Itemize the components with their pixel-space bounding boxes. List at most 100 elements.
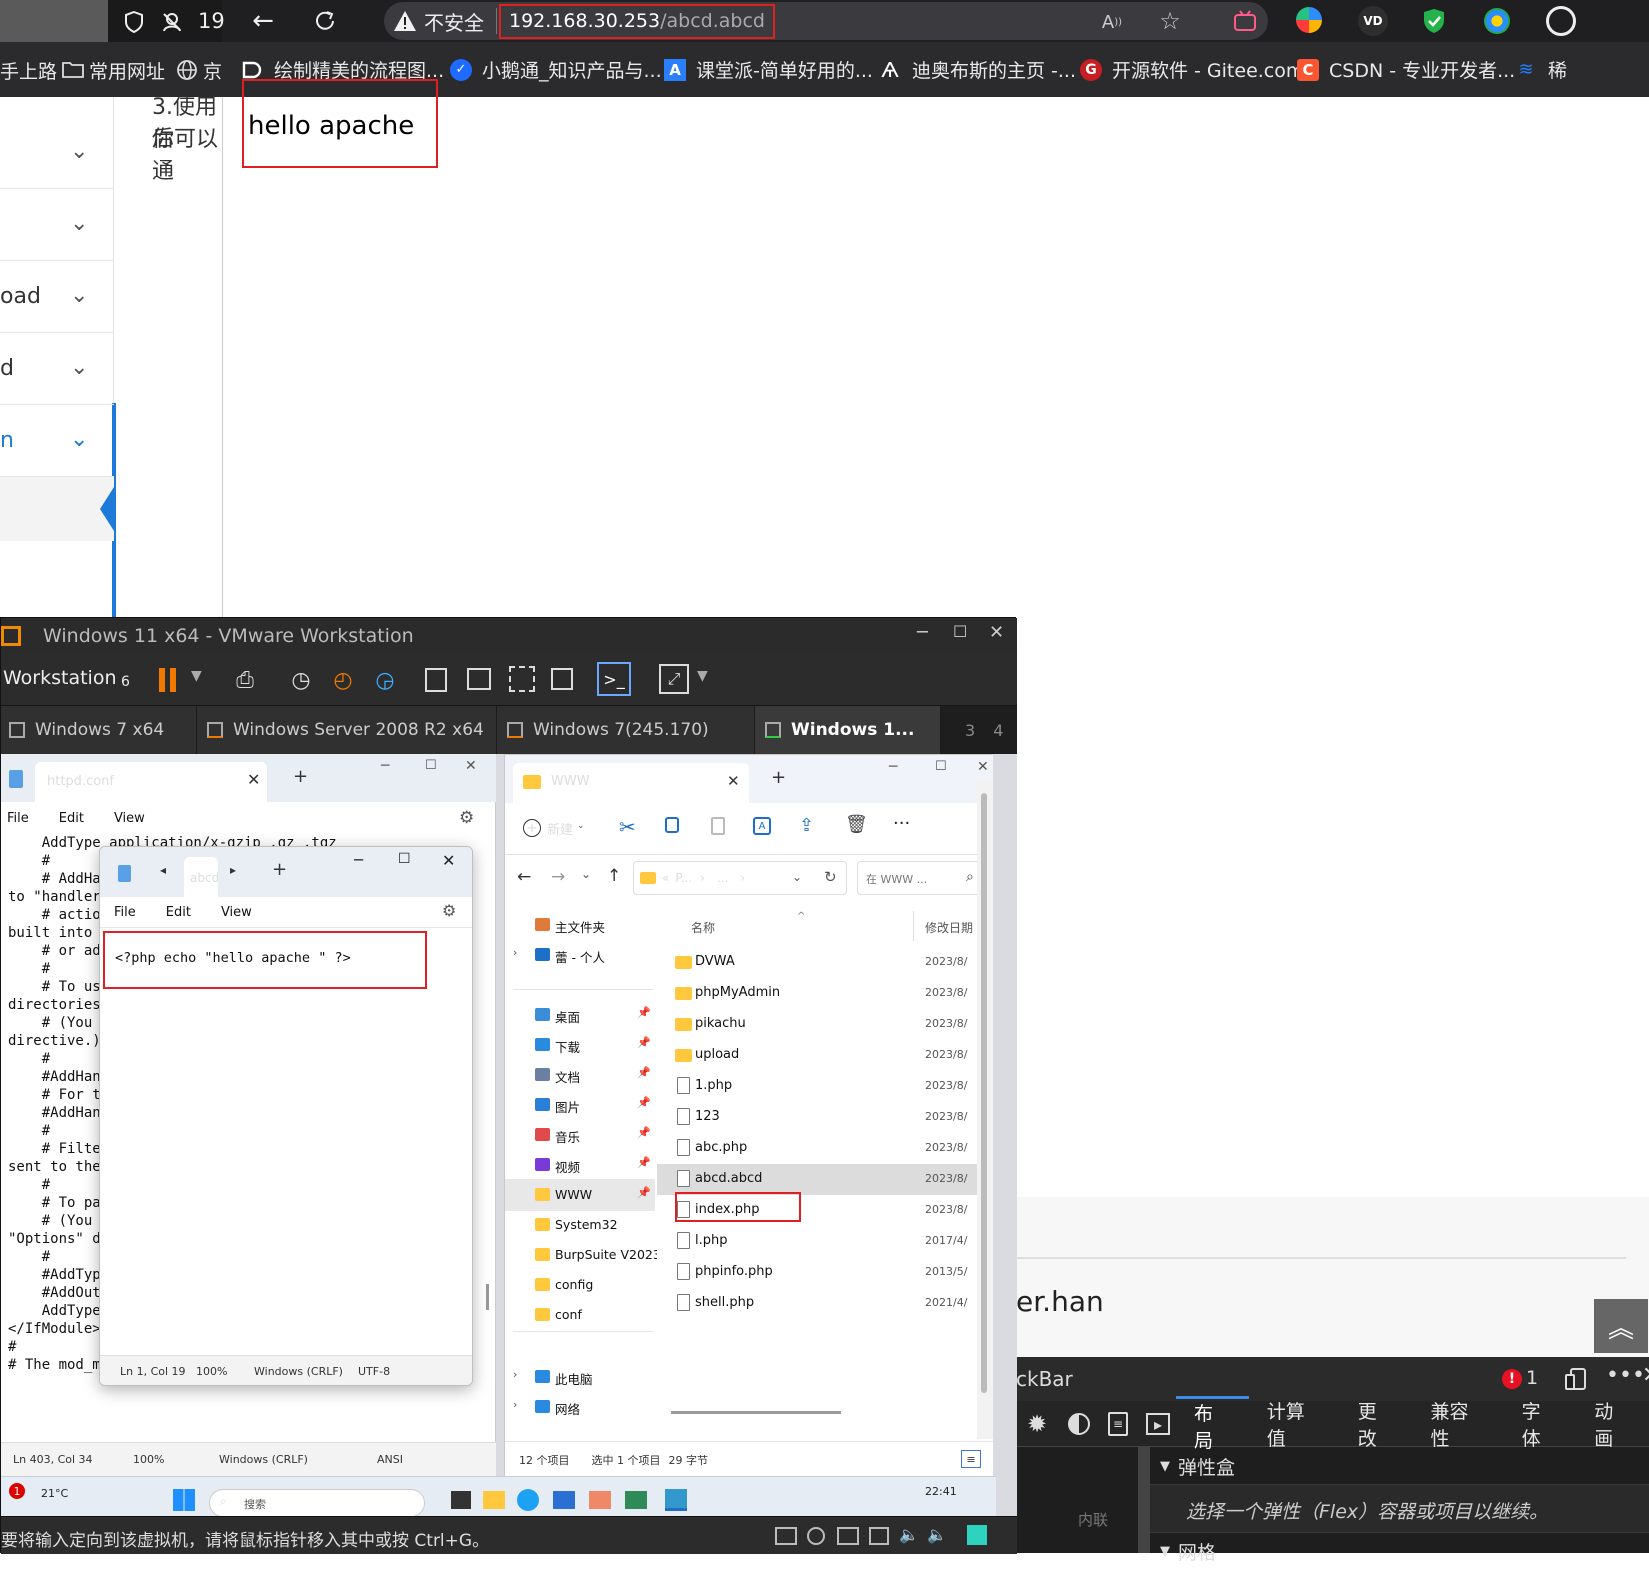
pause-icon[interactable] [159, 668, 165, 692]
devtools-tab[interactable]: 字体 [1504, 1397, 1577, 1451]
security-label[interactable]: 不安全 [424, 7, 484, 36]
maximize-icon[interactable]: ☐ [425, 758, 437, 773]
bookmark-item[interactable]: ✓ 小鹅通_知识产品与... [450, 42, 662, 97]
file-row[interactable]: 1.php 2023/8/ [657, 1071, 993, 1102]
share-icon[interactable]: ⇪ [799, 815, 814, 836]
up-arrow-icon[interactable]: ↑ [607, 866, 621, 886]
sound-icon[interactable]: 🔈 [899, 1525, 919, 1544]
chevron-down-icon[interactable]: ⌄ [70, 427, 88, 452]
vd-extension-icon[interactable]: VD [1358, 6, 1388, 36]
reload-icon[interactable] [310, 6, 340, 36]
pin-icon[interactable]: 📌 [637, 1186, 651, 1199]
chevron-down-icon[interactable]: ⌄ [70, 283, 88, 308]
pin-icon[interactable]: 📌 [637, 1036, 651, 1049]
edge-icon[interactable] [517, 1489, 539, 1511]
close-icon[interactable]: ✕ [1642, 1363, 1649, 1388]
new-button[interactable]: 新建 [547, 819, 573, 838]
sidebar-item[interactable]: d ⌄ [0, 333, 114, 405]
profile-icon[interactable] [1546, 6, 1576, 36]
error-icon[interactable]: ! [1502, 1369, 1522, 1389]
recent-dropdown-icon[interactable]: ⌄ [581, 867, 591, 881]
send-keys-icon[interactable]: ⎙ [231, 666, 259, 694]
full-screen-icon[interactable] [509, 666, 535, 692]
back-arrow-icon[interactable]: ← [248, 6, 278, 36]
file-row[interactable]: abcd.abcd 2023/8/ [657, 1164, 993, 1195]
copy-icon[interactable] [665, 817, 679, 833]
more-options-icon[interactable]: ••• [1606, 1363, 1645, 1388]
file-row[interactable]: upload 2023/8/ [657, 1040, 993, 1071]
devtools-splitter[interactable] [1138, 1447, 1150, 1553]
explorer-taskbar-icon[interactable] [483, 1491, 505, 1509]
close-tab-icon[interactable]: ✕ [247, 770, 260, 789]
taskbar-search[interactable]: ⌕ 搜索 [209, 1489, 425, 1517]
maximize-icon[interactable]: ☐ [935, 759, 947, 774]
app-icon[interactable] [625, 1491, 647, 1509]
snapshot-manager-icon[interactable]: ◶ [371, 666, 399, 694]
dropdown-arrow-icon[interactable]: ▼ [697, 668, 708, 684]
sidebar-item[interactable]: › 此电脑 [505, 1361, 655, 1393]
device-emulation-icon[interactable] [1564, 1367, 1588, 1391]
bookmark-item[interactable]: Ѧ 迪奥布斯的主页 -... [878, 42, 1076, 97]
explorer-tab[interactable]: WWW ✕ [513, 763, 749, 803]
close-tab-icon[interactable]: ✕ [727, 772, 740, 790]
devtools-tab[interactable]: 计算值 [1249, 1397, 1340, 1451]
close-icon[interactable]: ✕ [989, 622, 1004, 643]
bookmark-item[interactable]: G 开源软件 - Gitee.com [1080, 42, 1304, 97]
sound-icon[interactable]: 🔈 [927, 1525, 947, 1544]
close-icon[interactable]: ✕ [442, 851, 455, 870]
pin-icon[interactable]: 📌 [637, 1066, 651, 1079]
menu-file[interactable]: File [114, 905, 136, 920]
refresh-icon[interactable]: ↻ [824, 868, 837, 886]
devtools-tab[interactable]: 动画 [1576, 1397, 1649, 1451]
grid-section-header[interactable]: ▼ 网格 [1150, 1533, 1649, 1569]
file-row[interactable]: abc.php 2023/8/ [657, 1133, 993, 1164]
sidebar-toggle-icon[interactable]: ▸ [1146, 1413, 1170, 1435]
hdd-icon[interactable] [775, 1527, 797, 1545]
sidebar-item[interactable]: conf [505, 1299, 655, 1331]
column-name[interactable]: 名称 [691, 919, 715, 936]
shield-check-icon[interactable] [1420, 6, 1448, 36]
new-tab-icon[interactable]: + [771, 767, 786, 788]
notepad-text-area[interactable]: <?php echo "hello apache " ?> [100, 927, 472, 1355]
settings-gear-icon[interactable]: ⚙ [459, 808, 474, 828]
pin-icon[interactable]: 📌 [637, 1156, 651, 1169]
sidebar-item[interactable]: 主文件夹 [505, 909, 655, 941]
devtools-tab[interactable]: 更改 [1340, 1397, 1413, 1451]
console-view-icon[interactable]: >_ [597, 662, 631, 696]
column-date[interactable]: 修改日期 [925, 919, 973, 936]
chevron-down-icon[interactable]: ⌄ [70, 139, 88, 164]
search-box[interactable]: 在 WWW ... ⌕ [857, 861, 985, 895]
rename-icon[interactable]: A [753, 817, 771, 835]
close-icon[interactable]: ✕ [977, 759, 989, 775]
workstation-menu[interactable]: Workstation [3, 667, 117, 689]
bookmark-item[interactable]: A 课堂派-简单好用的... [664, 42, 873, 97]
bookmark-left-0[interactable]: 手上路 [0, 57, 57, 84]
chevron-down-icon[interactable]: ⌄ [70, 211, 88, 236]
tab-scroll-left-icon[interactable]: ◂ [160, 863, 166, 877]
back-to-top-icon[interactable]: ︽ [1594, 1299, 1648, 1353]
v-scrollbar[interactable] [977, 779, 993, 1439]
extension-colorful-icon[interactable] [1296, 7, 1322, 33]
sidebar-item[interactable]: 文档 📌 [505, 1059, 655, 1091]
vm-tab[interactable]: Windows 7(245.170) [497, 706, 755, 754]
delete-icon[interactable]: 🗑 [845, 814, 868, 835]
sun-icon[interactable]: ✹ [1024, 1410, 1050, 1438]
sidebar-item[interactable]: 视频 📌 [505, 1149, 655, 1181]
app-icon[interactable] [589, 1491, 611, 1509]
paste-icon[interactable] [711, 817, 725, 835]
thumbnail-view-icon[interactable] [467, 668, 491, 690]
file-row[interactable]: phpMyAdmin 2023/8/ [657, 978, 993, 1009]
expand-chevron-icon[interactable]: › [513, 1368, 517, 1381]
minimize-icon[interactable]: ─ [381, 758, 389, 774]
bookmark-left-2[interactable]: 京 [203, 57, 222, 84]
menu-edit[interactable]: Edit [59, 811, 84, 826]
more-options-icon[interactable]: ··· [893, 813, 910, 834]
sidebar-item[interactable]: System32 [505, 1209, 655, 1241]
file-row[interactable]: pikachu 2023/8/ [657, 1009, 993, 1040]
sidebar-item[interactable]: config [505, 1269, 655, 1301]
sidebar-item[interactable]: 音乐 📌 [505, 1119, 655, 1151]
notepad-tab[interactable]: abcd [184, 857, 218, 897]
settings-gear-icon[interactable]: ⚙ [442, 901, 456, 920]
pin-icon[interactable]: 📌 [637, 1096, 651, 1109]
unity-icon[interactable] [551, 668, 573, 690]
